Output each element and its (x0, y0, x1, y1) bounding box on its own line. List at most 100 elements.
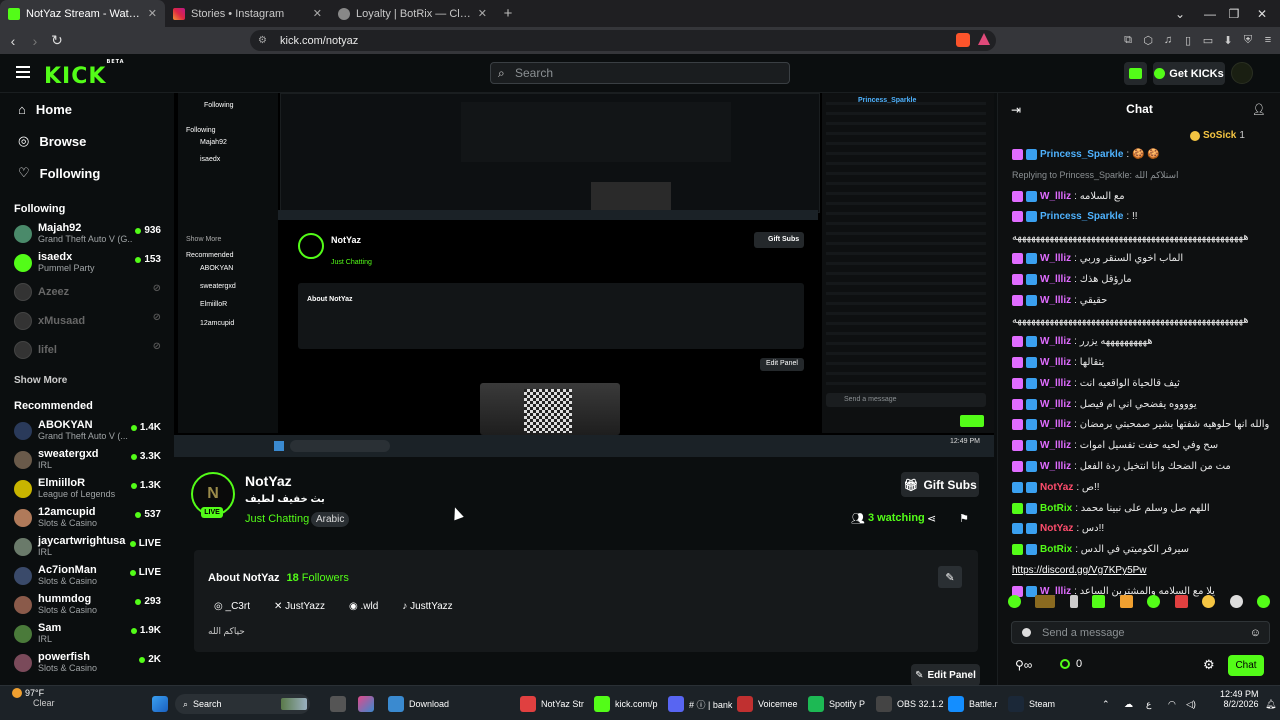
emote-icon[interactable] (1147, 595, 1161, 608)
chat-username[interactable]: W_llliz (1040, 295, 1071, 306)
wallet-icon[interactable]: ⬡ (1140, 32, 1156, 48)
chat-username[interactable]: Princess_Sparkle (1040, 211, 1123, 222)
sidebar-channel[interactable]: Majah92 Grand Theft Auto V (G... 936 (0, 219, 170, 248)
sidebar-channel[interactable]: Ac7ionMan Slots & Casino LIVE (0, 561, 170, 590)
chat-settings-gear-icon[interactable]: ⚙ (1203, 657, 1215, 673)
chat-message[interactable]: W_llliz: يووووه يفضحي اني ام فيصل (1012, 398, 1197, 410)
emote-icon[interactable] (1229, 595, 1243, 608)
social-link-discord[interactable]: ◉ .wld (349, 601, 378, 612)
chat-username[interactable]: W_llliz (1040, 419, 1071, 430)
sidebar-channel[interactable]: hummdog Slots & Casino 293 (0, 590, 170, 619)
chat-message[interactable]: Replying to Princess_Sparkle: استلاكم ال… (1012, 170, 1179, 181)
taskbar-app[interactable]: # ⓘ | bank (668, 694, 732, 714)
chat-username[interactable]: W_llliz (1040, 399, 1071, 410)
social-link-tiktok[interactable]: ♪ JusttYazz (402, 601, 452, 612)
close-window-button[interactable]: ✕ (1246, 0, 1278, 27)
sidebar-channel[interactable]: Sam IRL 1.9K (0, 619, 170, 648)
chat-message[interactable]: W_llliz: ههههههههههه يزرر (1012, 336, 1153, 348)
taskbar-app[interactable]: Download (388, 694, 449, 714)
tray-language-icon[interactable]: ع (1146, 694, 1151, 714)
chat-message[interactable]: W_llliz: مارؤقل هذك (1012, 273, 1132, 285)
brave-rewards-icon[interactable] (978, 33, 990, 45)
send-chat-button[interactable]: Chat (1228, 655, 1264, 676)
chat-users-icon[interactable]: 👤︎ (1252, 103, 1266, 116)
chat-username[interactable]: NotYaz (1040, 482, 1073, 493)
chat-username[interactable]: W_llliz (1040, 253, 1071, 264)
chat-username[interactable]: BotRix (1040, 544, 1072, 555)
show-more-link[interactable]: Show More (0, 370, 170, 390)
taskbar-app[interactable]: Voicemee (737, 694, 798, 714)
browser-tab[interactable]: NotYaz Stream - Watch Live on K ✕ (0, 0, 165, 27)
tab-search-icon[interactable]: ⌄ (1164, 0, 1196, 27)
chat-message[interactable]: NotYaz: دس!! (1012, 523, 1104, 535)
search-input[interactable]: ⌕ Search (490, 62, 790, 84)
emote-icon[interactable] (1092, 595, 1106, 608)
chat-message[interactable]: هههههههههههههههههههههههههههههههههههههههه… (1012, 232, 1249, 243)
browser-tab[interactable]: Stories • Instagram ✕ (165, 0, 330, 27)
tray-overflow-icon[interactable]: ⌃ (1102, 694, 1110, 714)
close-tab-icon[interactable]: ✕ (478, 7, 487, 20)
emoji-picker-icon[interactable]: ☺ (1250, 627, 1261, 639)
chat-message[interactable]: W_llliz: يتقالها (1012, 357, 1104, 368)
taskbar-app-m365[interactable] (358, 694, 374, 714)
sidebar-channel[interactable]: ElmiilloR League of Legends 1.3K (0, 474, 170, 503)
emote-icon[interactable] (1202, 595, 1216, 608)
forward-icon[interactable]: › (24, 30, 46, 52)
extensions-icon[interactable]: ⧉ (1120, 32, 1136, 48)
sidebar-channel[interactable]: lifel ⊘ (0, 335, 170, 364)
gift-subs-button[interactable]: 🎁︎ Gift Subs (901, 472, 979, 497)
chat-message[interactable]: هههههههههههههههههههههههههههههههههههههههه… (1012, 315, 1249, 326)
stream-category-link[interactable]: Just Chatting (245, 513, 309, 525)
chat-username[interactable]: W_llliz (1040, 274, 1071, 285)
chat-username[interactable]: W_llliz (1040, 357, 1071, 368)
taskbar-search[interactable]: ⌕ Search (175, 694, 310, 714)
address-bar[interactable]: ⚙ kick.com/notyaz (250, 30, 996, 51)
chat-message[interactable]: W_llliz: مت من الضحك وانا انتخيل ردة الف… (1012, 461, 1231, 472)
sidebar-channel[interactable]: powerfish Slots & Casino 2K (0, 648, 170, 677)
sidebar-channel[interactable]: ABOKYAN Grand Theft Auto V (... 1.4K (0, 416, 170, 445)
report-icon[interactable]: ⚑ (959, 512, 969, 525)
chat-message[interactable]: BotRix: سيرفر الكوميتي في الدس (1012, 544, 1189, 556)
taskbar-app[interactable]: Battle.r (948, 694, 998, 714)
taskbar-app[interactable]: kick.com/p (594, 694, 658, 714)
emote-icon[interactable] (1256, 595, 1270, 608)
tray-volume-icon[interactable]: ◁) (1186, 694, 1196, 714)
chat-message[interactable]: W_llliz: والله انها حلوهيه شفتها بشير صم… (1012, 419, 1269, 431)
get-kicks-button[interactable]: Get KICKs (1153, 62, 1225, 85)
vpn-icon[interactable]: ⛨ (1240, 32, 1256, 48)
taskbar-clock[interactable]: 12:49 PM 8/2/2026 (1220, 689, 1259, 709)
chat-settings-link-icon[interactable]: ⚲∞ (1015, 658, 1032, 672)
brave-shield-icon[interactable] (956, 33, 970, 47)
stream-tag[interactable]: Arabic (311, 512, 350, 527)
tray-network-icon[interactable]: ☁ (1124, 694, 1133, 714)
social-link-x[interactable]: ✕ JustYazz (274, 601, 325, 612)
streamer-name[interactable]: NotYaz (245, 473, 292, 489)
chat-username[interactable]: Princess_Sparkle (1040, 149, 1123, 160)
chat-message[interactable]: NotYaz: ص!! (1012, 481, 1100, 493)
user-avatar[interactable] (1231, 62, 1253, 84)
video-player[interactable]: Following Following Majah92 isaedx Show … (174, 93, 994, 457)
close-tab-icon[interactable]: ✕ (313, 7, 322, 20)
chat-message[interactable]: W_llliz: سح وفي لحيه حفت تفسيل اموات (1012, 440, 1218, 452)
chat-link[interactable]: https://discord.gg/Vg7KPy5Pw (1012, 565, 1147, 576)
notification-bell-icon[interactable]: 🔔︎ (1265, 694, 1276, 714)
chat-message[interactable]: BotRix: اللهم صل وسلم على نبينا محمد (1012, 502, 1210, 514)
sidebar-channel[interactable]: isaedx Pummel Party 153 (0, 248, 170, 277)
download-icon[interactable]: ⬇ (1220, 32, 1236, 48)
chat-username[interactable]: W_llliz (1040, 440, 1071, 451)
social-link-instagram[interactable]: ◎ _C3rt (214, 601, 250, 612)
music-icon[interactable]: ♫ (1160, 32, 1176, 48)
wallet-card-icon[interactable]: ▭ (1200, 32, 1216, 48)
sidebar-item-following[interactable]: ♡ Following (0, 157, 170, 189)
edit-pencil-button[interactable]: ✎ (938, 566, 962, 588)
edit-panel-button[interactable]: ✎ Edit Panel (911, 664, 980, 686)
site-info-icon[interactable]: ⚙ (258, 35, 267, 46)
taskbar-app[interactable]: OBS 32.1.2 (876, 694, 944, 714)
sidebar-item-browse[interactable]: ◎ Browse (0, 125, 170, 157)
sidebar-channel[interactable]: 12amcupid Slots & Casino 537 (0, 503, 170, 532)
emote-icon[interactable] (1119, 595, 1133, 608)
taskbar-app[interactable]: Spotify P (808, 694, 865, 714)
drops-button[interactable] (1124, 62, 1147, 85)
chat-username[interactable]: W_llliz (1040, 191, 1071, 202)
chat-username[interactable]: BotRix (1040, 503, 1072, 514)
